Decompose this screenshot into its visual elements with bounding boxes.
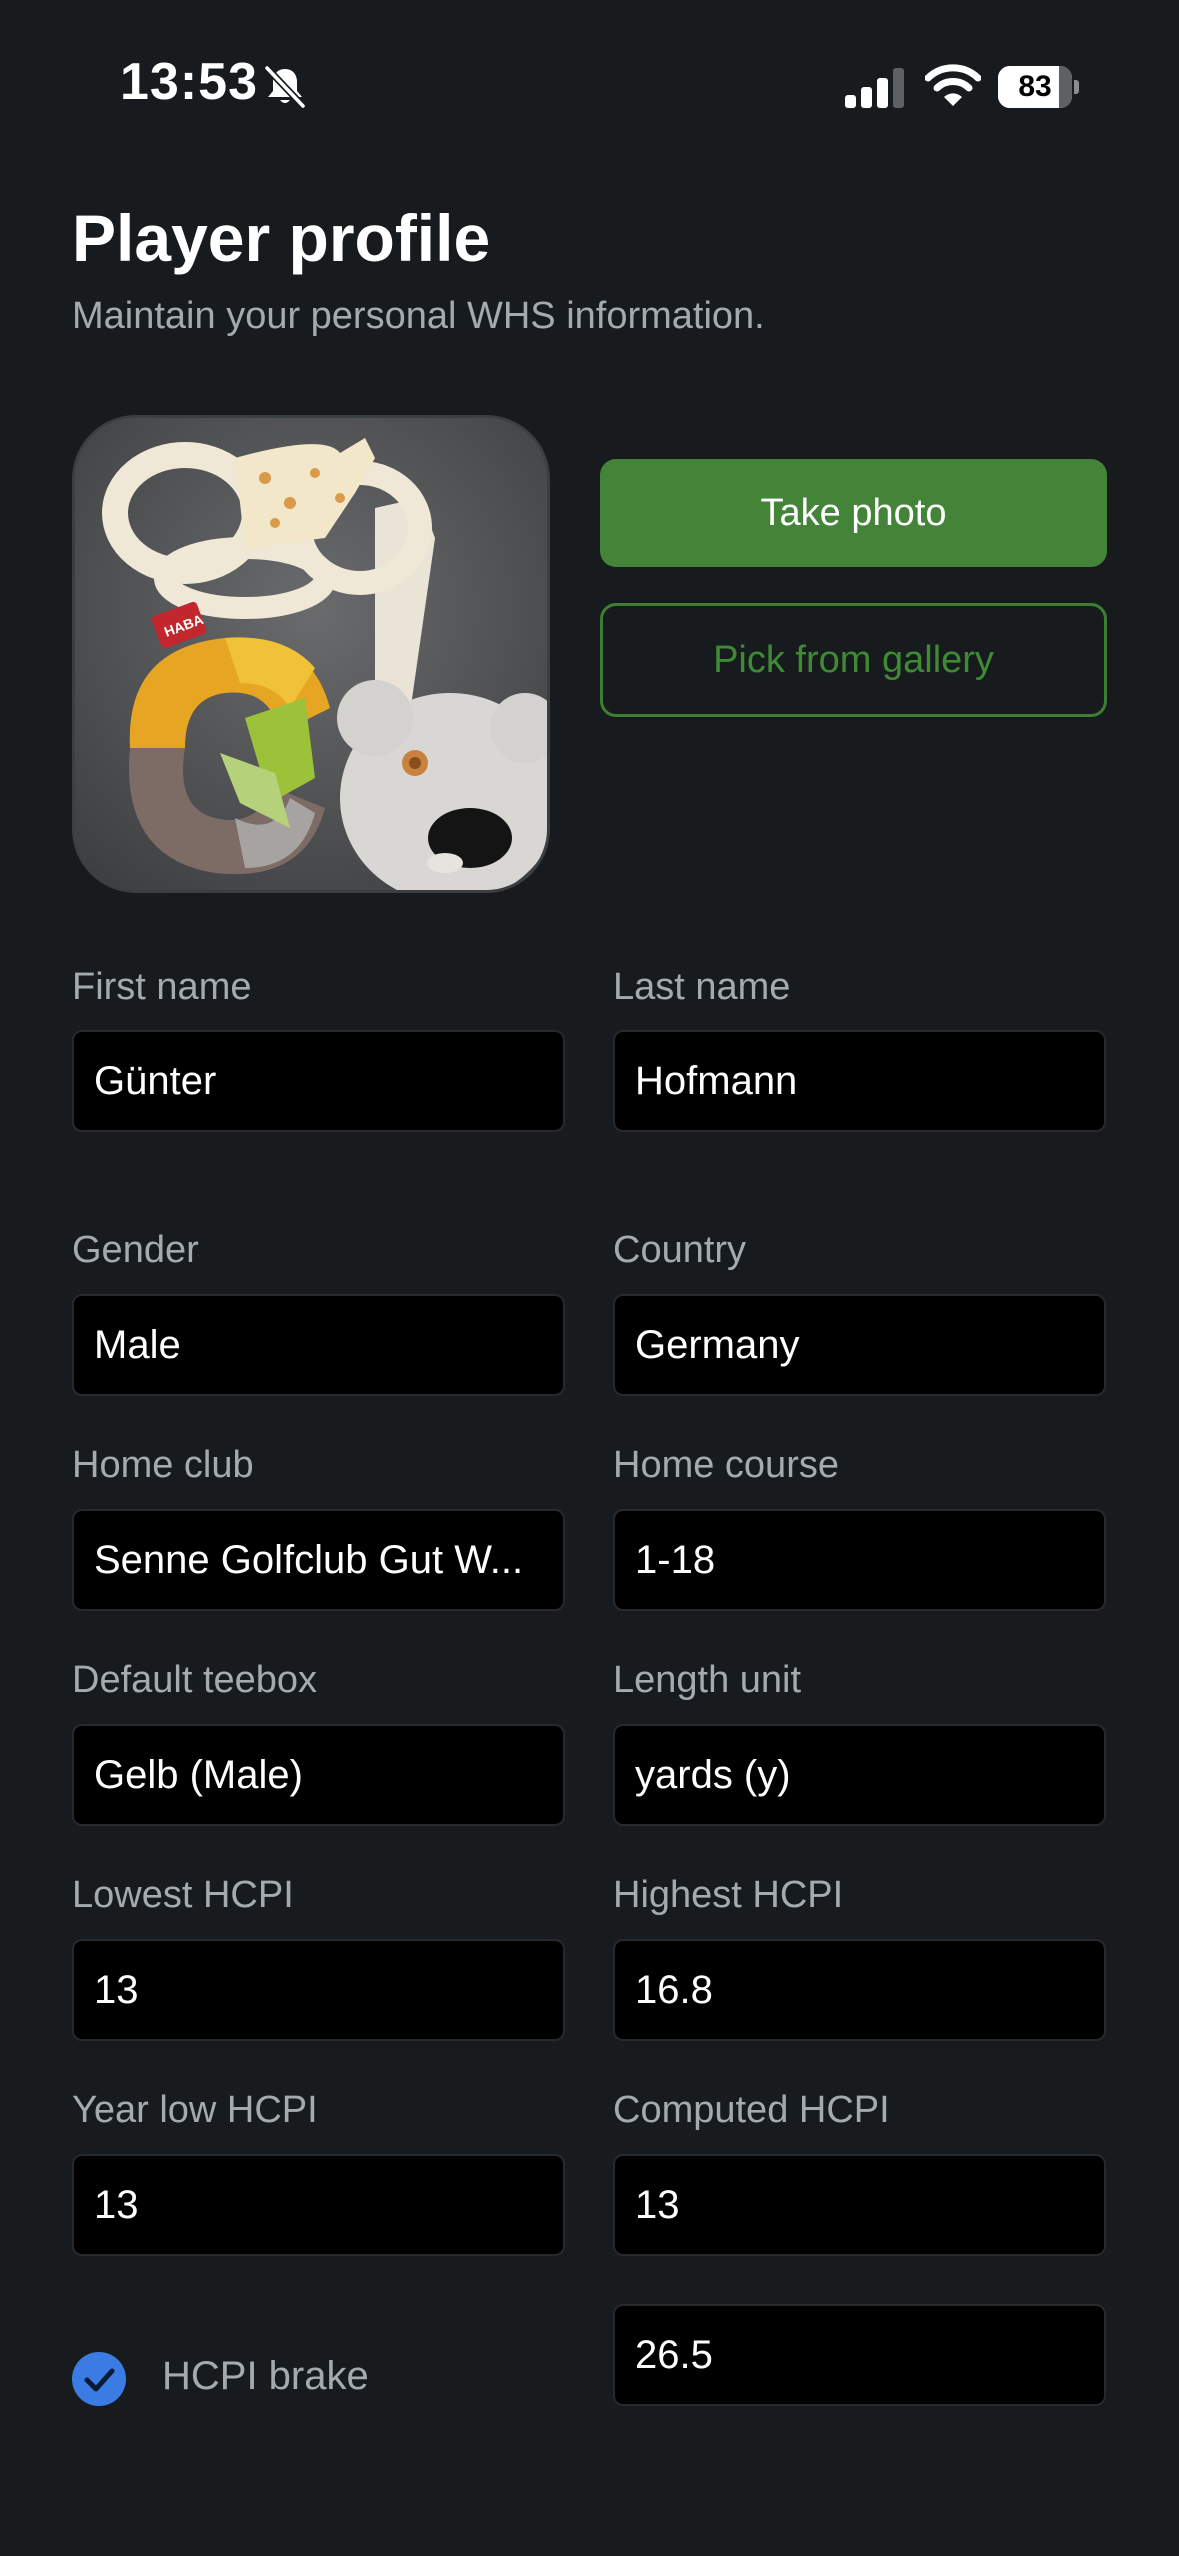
country-label: Country — [613, 1229, 747, 1271]
length-unit-label: Length unit — [613, 1659, 802, 1701]
home-course-label: Home course — [613, 1444, 839, 1486]
cellular-signal-icon — [845, 68, 904, 108]
highest-hcpi-field[interactable]: 16.8 — [613, 1939, 1106, 2041]
computed-hcpi-field[interactable]: 13 — [613, 2154, 1106, 2256]
home-course-select[interactable]: 1-18 — [613, 1509, 1106, 1611]
battery-percent: 83 — [1018, 70, 1052, 103]
hcpi-brake-label: HCPI brake — [162, 2354, 369, 2398]
profile-photo[interactable]: HABA — [72, 415, 550, 893]
profile-photo-image: HABA — [75, 418, 547, 890]
page-title: Player profile — [72, 201, 491, 275]
gender-select[interactable]: Male — [72, 1294, 565, 1396]
status-bar: 13:53 83 — [0, 0, 1179, 175]
hcpi-brake-checkbox[interactable] — [72, 2352, 126, 2406]
last-name-label: Last name — [613, 966, 791, 1008]
default-teebox-label: Default teebox — [72, 1659, 318, 1701]
highest-hcpi-label: Highest HCPI — [613, 1874, 844, 1916]
country-select[interactable]: Germany — [613, 1294, 1106, 1396]
home-club-label: Home club — [72, 1444, 254, 1486]
year-low-hcpi-label: Year low HCPI — [72, 2089, 318, 2131]
lowest-hcpi-field[interactable]: 13 — [72, 1939, 565, 2041]
default-teebox-select[interactable]: Gelb (Male) — [72, 1724, 565, 1826]
pick-from-gallery-button[interactable]: Pick from gallery — [600, 603, 1107, 717]
last-name-field[interactable]: Hofmann — [613, 1030, 1106, 1132]
length-unit-select[interactable]: yards (y) — [613, 1724, 1106, 1826]
home-club-select[interactable]: Senne Golfclub Gut W... — [72, 1509, 565, 1611]
checkmark-icon — [84, 2368, 115, 2392]
gender-label: Gender — [72, 1229, 199, 1271]
lowest-hcpi-label: Lowest HCPI — [72, 1874, 294, 1916]
bell-slash-icon — [264, 65, 306, 109]
page-subtitle: Maintain your personal WHS information. — [72, 295, 765, 337]
status-time: 13:53 — [120, 53, 258, 111]
year-low-hcpi-field[interactable]: 13 — [72, 2154, 565, 2256]
wifi-icon — [925, 64, 981, 106]
battery-cap — [1074, 80, 1079, 94]
first-name-label: First name — [72, 966, 252, 1008]
computed-hcpi-label: Computed HCPI — [613, 2089, 890, 2131]
battery-indicator: 83 — [998, 66, 1079, 108]
hcpi-brake-field[interactable]: 26.5 — [613, 2304, 1106, 2406]
first-name-field[interactable]: Günter — [72, 1030, 565, 1132]
take-photo-button[interactable]: Take photo — [600, 459, 1107, 567]
